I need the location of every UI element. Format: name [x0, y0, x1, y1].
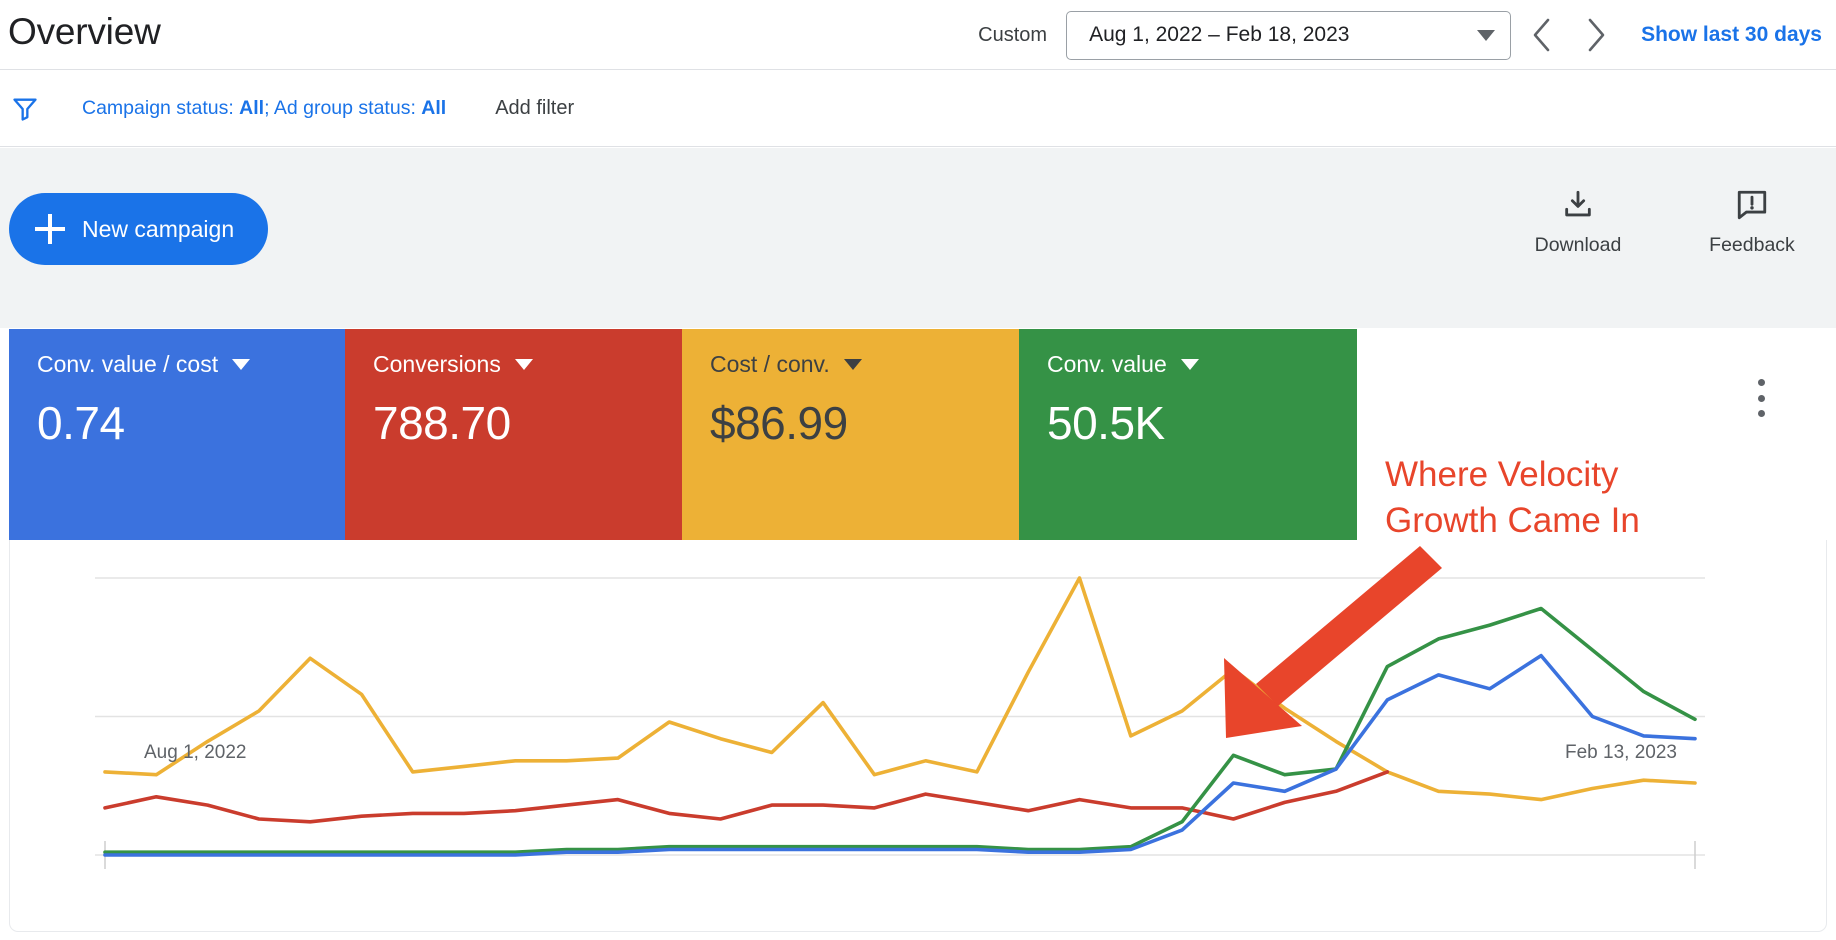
date-range-value: Aug 1, 2022 – Feb 18, 2023 [1089, 23, 1350, 46]
chevron-down-icon [514, 359, 533, 370]
funnel-icon[interactable] [10, 94, 40, 124]
chevron-down-icon [1180, 359, 1199, 370]
filter-bar: Campaign status: All; Ad group status: A… [0, 71, 1836, 147]
x-axis-start-label: Aug 1, 2022 [144, 742, 247, 763]
campaign-status-value: All [239, 97, 265, 119]
metric-card-label-wrap[interactable]: Conv. value [1047, 351, 1357, 378]
metric-card-conv-value[interactable]: Conv. value 50.5K [1019, 329, 1357, 540]
chevron-down-icon [232, 359, 251, 370]
add-filter-button[interactable]: Add filter [495, 97, 574, 120]
metric-cards-row: Conv. value / cost 0.74 Conversions 788.… [9, 329, 1827, 540]
download-icon [1565, 190, 1591, 217]
x-axis-end-label: Feb 13, 2023 [1565, 742, 1677, 763]
new-campaign-label: New campaign [82, 215, 235, 242]
active-filters-chip[interactable]: Campaign status: All; Ad group status: A… [82, 97, 446, 120]
top-header-bar: Overview Custom Aug 1, 2022 – Feb 18, 20… [0, 0, 1836, 70]
chart-series-line [103, 576, 1697, 802]
date-range-controls: Custom Aug 1, 2022 – Feb 18, 2023 Show l… [978, 0, 1822, 70]
performance-line-chart[interactable] [10, 540, 1827, 932]
metric-card-value: 50.5K [1047, 397, 1165, 449]
metric-card-value: $86.99 [710, 397, 848, 449]
performance-chart-panel: Aug 1, 2022 Feb 13, 2023 [9, 540, 1827, 932]
next-period-button[interactable] [1573, 8, 1619, 62]
metric-card-value: 788.70 [373, 397, 511, 449]
metric-card-label-wrap[interactable]: Conversions [373, 351, 682, 378]
metric-card-cost-conv[interactable]: Cost / conv. $86.99 [682, 329, 1019, 540]
feedback-icon [1737, 190, 1767, 220]
chart-series-line [103, 653, 1697, 857]
chevron-right-icon [1588, 18, 1605, 52]
chevron-left-icon [1533, 18, 1550, 52]
download-label: Download [1534, 234, 1622, 256]
chart-series-line [103, 606, 1697, 854]
filter-separator: ; [264, 97, 274, 119]
metric-cards-empty-area [1357, 329, 1827, 540]
plus-icon [35, 214, 65, 244]
dot [1757, 379, 1765, 386]
metric-card-label: Conversions [373, 351, 501, 377]
metric-card-label: Conv. value / cost [37, 351, 219, 377]
dot [1757, 410, 1765, 417]
more-vertical-icon[interactable] [1746, 379, 1776, 417]
feedback-button[interactable]: Feedback [1696, 188, 1808, 257]
campaign-status-prefix: Campaign status: [82, 97, 240, 119]
ad-group-status-value: All [421, 97, 447, 119]
metric-card-value: 0.74 [37, 397, 125, 449]
previous-period-button[interactable] [1519, 8, 1565, 62]
metric-card-conv-value-cost[interactable]: Conv. value / cost 0.74 [9, 329, 345, 540]
metric-card-label-wrap[interactable]: Conv. value / cost [37, 351, 345, 378]
feedback-label: Feedback [1709, 234, 1795, 256]
chevron-down-icon [1477, 29, 1496, 41]
metric-card-label: Conv. value [1047, 351, 1167, 377]
new-campaign-button[interactable]: New campaign [9, 193, 269, 265]
page-title: Overview [8, 11, 161, 52]
metric-card-label: Cost / conv. [710, 351, 830, 377]
dot [1757, 394, 1765, 402]
chart-series-line [103, 770, 1390, 824]
chevron-down-icon [843, 359, 862, 370]
action-strip: New campaign Download Feedback [0, 148, 1836, 328]
metric-card-label-wrap[interactable]: Cost / conv. [710, 351, 1019, 378]
date-mode-label: Custom [978, 23, 1048, 46]
date-range-picker[interactable]: Aug 1, 2022 – Feb 18, 2023 [1066, 10, 1512, 60]
download-button[interactable]: Download [1522, 188, 1634, 257]
toolbar-actions: Download Feedback [1522, 188, 1808, 257]
show-last-30-days-link[interactable]: Show last 30 days [1641, 23, 1822, 47]
ad-group-status-prefix: Ad group status: [273, 97, 422, 119]
metric-card-conversions[interactable]: Conversions 788.70 [345, 329, 682, 540]
